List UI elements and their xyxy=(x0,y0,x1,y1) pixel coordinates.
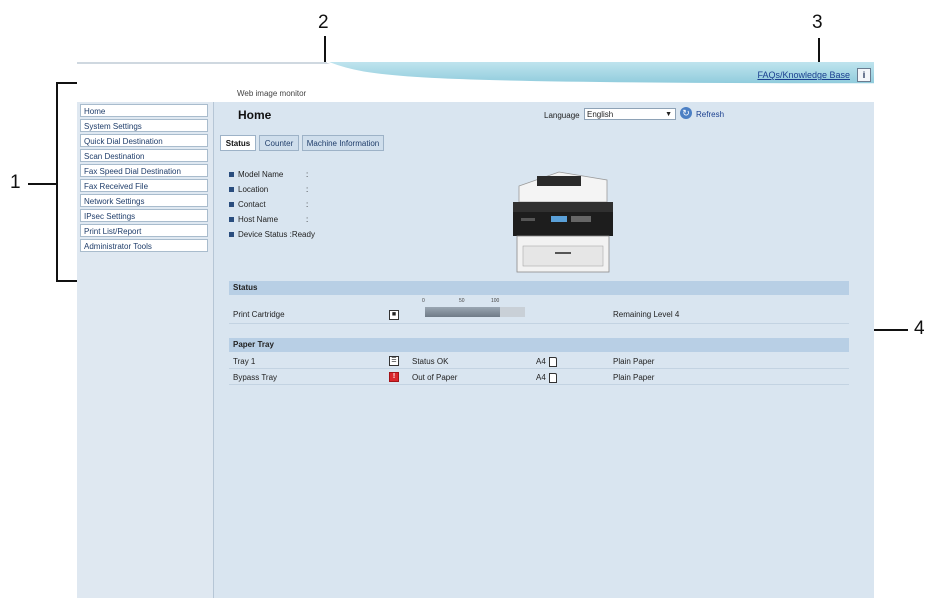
print-cartridge-label: Print Cartridge xyxy=(233,310,285,319)
tray-empty-icon: ! xyxy=(389,372,399,382)
info-icon[interactable]: i xyxy=(857,68,871,82)
bullet-icon xyxy=(229,202,234,208)
sidebar-item-home[interactable]: Home xyxy=(80,104,208,117)
tray-paper-size: A4 xyxy=(536,373,557,383)
scale-tick-100: 100 xyxy=(491,298,500,304)
status-section-header: Status xyxy=(229,281,849,295)
scale-tick-0: 0 xyxy=(422,298,425,304)
tab-machine-information[interactable]: Machine Information xyxy=(302,135,384,151)
paper-icon xyxy=(548,357,557,367)
sidebar-item-print-list-report[interactable]: Print List/Report xyxy=(80,224,208,237)
sidebar-item-administrator-tools[interactable]: Administrator Tools xyxy=(80,239,208,252)
cartridge-level-fill xyxy=(425,307,500,317)
tray-ok-icon: ☰ xyxy=(389,356,399,366)
language-select[interactable]: English ▼ xyxy=(584,108,676,120)
bullet-icon xyxy=(229,217,234,223)
row-divider xyxy=(229,384,849,385)
device-info-model-name: Model Name: xyxy=(229,170,308,179)
tray-status: Out of Paper xyxy=(412,373,458,382)
header-bar: FAQs/Knowledge Base i Web image monitor xyxy=(77,62,874,102)
scale-tick-50: 50 xyxy=(459,298,465,304)
language-selected-value: English xyxy=(587,110,614,119)
sidebar: Home System Settings Quick Dial Destinat… xyxy=(77,102,214,598)
tray-paper-type: Plain Paper xyxy=(613,373,655,382)
bullet-icon xyxy=(229,172,234,178)
sidebar-item-fax-received-file[interactable]: Fax Received File xyxy=(80,179,208,192)
device-info-device-status: Device Status :Ready xyxy=(229,230,315,239)
paper-tray-section-header: Paper Tray xyxy=(229,338,849,352)
tray-status: Status OK xyxy=(412,357,449,366)
sidebar-item-system-settings[interactable]: System Settings xyxy=(80,119,208,132)
callout-4-line xyxy=(872,329,908,331)
callout-1: 1 xyxy=(10,172,21,193)
main-content: Home Language English ▼ ↻ Refresh Status… xyxy=(214,102,874,598)
refresh-link[interactable]: Refresh xyxy=(696,110,724,119)
tab-counter[interactable]: Counter xyxy=(259,135,299,151)
callout-1-bracket xyxy=(56,82,78,282)
device-info-contact: Contact: xyxy=(229,200,308,209)
app-subtitle: Web image monitor xyxy=(237,89,307,98)
bullet-icon xyxy=(229,232,234,238)
callout-2: 2 xyxy=(318,12,329,33)
cartridge-level-bar xyxy=(425,307,525,317)
callout-3: 3 xyxy=(812,12,823,33)
sidebar-item-quick-dial-destination[interactable]: Quick Dial Destination xyxy=(80,134,208,147)
refresh-icon[interactable]: ↻ xyxy=(680,107,692,119)
row-divider xyxy=(229,368,849,369)
device-info-location: Location: xyxy=(229,185,308,194)
device-info-host-name: Host Name: xyxy=(229,215,308,224)
header-wave-decoration xyxy=(77,62,874,85)
web-image-monitor-window: FAQs/Knowledge Base i Web image monitor … xyxy=(77,62,874,598)
tray-paper-size: A4 xyxy=(536,357,557,367)
callout-1-line xyxy=(28,183,56,185)
toner-cartridge-icon: ■ xyxy=(389,310,399,320)
tray-name: Bypass Tray xyxy=(233,373,278,382)
tab-status[interactable]: Status xyxy=(220,135,256,151)
sidebar-item-fax-speed-dial-destination[interactable]: Fax Speed Dial Destination xyxy=(80,164,208,177)
printer-illustration xyxy=(513,171,613,273)
paper-icon xyxy=(548,373,557,383)
faq-knowledge-base-link[interactable]: FAQs/Knowledge Base xyxy=(757,70,850,80)
language-label: Language xyxy=(544,111,580,120)
sidebar-item-scan-destination[interactable]: Scan Destination xyxy=(80,149,208,162)
sidebar-item-network-settings[interactable]: Network Settings xyxy=(80,194,208,207)
tray-name: Tray 1 xyxy=(233,357,256,366)
callout-4: 4 xyxy=(914,318,925,339)
bullet-icon xyxy=(229,187,234,193)
sidebar-item-ipsec-settings[interactable]: IPsec Settings xyxy=(80,209,208,222)
chevron-down-icon: ▼ xyxy=(665,111,672,118)
cartridge-remaining-level: Remaining Level 4 xyxy=(613,310,680,319)
row-divider xyxy=(229,323,849,324)
tray-paper-type: Plain Paper xyxy=(613,357,655,366)
page-title: Home xyxy=(238,108,272,122)
